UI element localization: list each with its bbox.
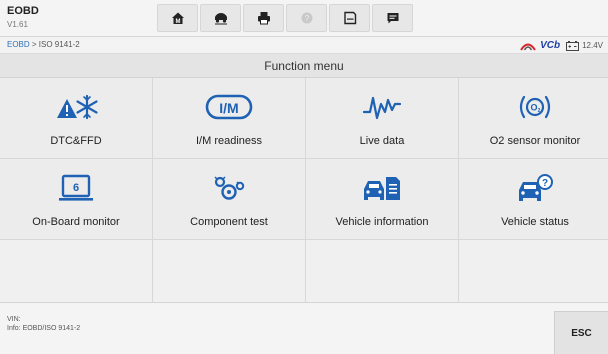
breadcrumb-bar: EOBD > ISO 9141-2 VCb 12.4V [0,37,608,54]
toolbar: M ? [157,4,415,32]
tile-label: On-Board monitor [32,216,120,228]
vehicle-swap-icon [214,13,227,25]
save-icon [343,11,356,25]
vci-label: VCb [540,40,561,51]
svg-text:?: ? [304,14,309,23]
tile-dtc-ffd[interactable]: DTC&FFD [0,78,152,158]
empty-tile [306,240,458,304]
esc-button[interactable]: ESC [554,311,608,354]
svg-text:O: O [530,103,537,113]
home-icon: M [171,12,184,25]
vin-label: VIN: [7,316,21,323]
app-title: EOBD [7,5,39,17]
tile-label: Vehicle information [335,216,429,228]
engine-warning-snowflake-icon [57,94,98,120]
vehicle-question-icon: ? [519,174,553,201]
battery-voltage: 12.4V [582,41,603,50]
tile-o2-sensor-monitor[interactable]: O 2 O2 sensor monitor [459,78,608,158]
data-logging-button[interactable] [372,4,413,32]
function-grid: DTC&FFD I/M I/M readiness Live data O 2 [0,78,608,304]
print-button[interactable] [243,4,284,32]
empty-tile [0,240,152,304]
connection-status: VCb 12.4V [519,39,603,52]
svg-text:?: ? [542,178,548,189]
breadcrumb: EOBD > ISO 9141-2 [7,40,80,50]
tile-vehicle-status[interactable]: ? Vehicle status [459,159,608,239]
empty-tile [459,240,608,304]
printer-icon [257,12,270,25]
component-gears-icon [214,176,245,200]
svg-text:2: 2 [538,108,541,114]
home-button[interactable]: M [157,4,198,32]
save-button[interactable] [329,4,370,32]
onboard-monitor-icon: 6 [59,174,93,201]
breadcrumb-link-eobd[interactable]: EOBD [7,40,30,49]
waveform-icon [362,96,402,120]
vehicle-document-icon [364,177,400,200]
chat-log-icon [387,13,398,24]
tile-im-readiness[interactable]: I/M I/M readiness [153,78,305,158]
tile-label: O2 sensor monitor [489,135,581,147]
tile-label: Live data [359,135,405,147]
help-button[interactable]: ? [286,4,327,32]
empty-tile [153,240,305,304]
tile-on-board-monitor[interactable]: 6 On-Board monitor [0,159,152,239]
battery-icon [566,40,580,51]
help-icon: ? [301,12,312,24]
im-readiness-icon: I/M [205,94,253,120]
signal-icon [520,43,536,51]
o2-sensor-icon: O 2 [519,95,551,119]
top-bar: EOBD V1.61 M ? [0,0,608,37]
svg-text:I/M: I/M [219,100,238,116]
breadcrumb-separator: > [29,40,39,49]
tile-component-test[interactable]: Component test [153,159,305,239]
breadcrumb-current: ISO 9141-2 [38,40,80,49]
tile-label: I/M readiness [195,135,263,147]
tile-live-data[interactable]: Live data [306,78,458,158]
info-text: Info: EOBD/ISO 9141-2 [7,325,81,332]
tile-label: Vehicle status [501,216,569,228]
tile-vehicle-information[interactable]: Vehicle information [306,159,458,239]
svg-text:6: 6 [73,182,79,194]
menu-title: Function menu [0,54,608,78]
svg-text:M: M [175,19,180,25]
footer: VIN: Info: EOBD/ISO 9141-2 ESC [0,302,608,354]
tile-label: Component test [190,216,268,228]
app-version: V1.61 [7,20,28,29]
vehicle-swap-button[interactable] [200,4,241,32]
tile-label: DTC&FFD [50,135,102,147]
